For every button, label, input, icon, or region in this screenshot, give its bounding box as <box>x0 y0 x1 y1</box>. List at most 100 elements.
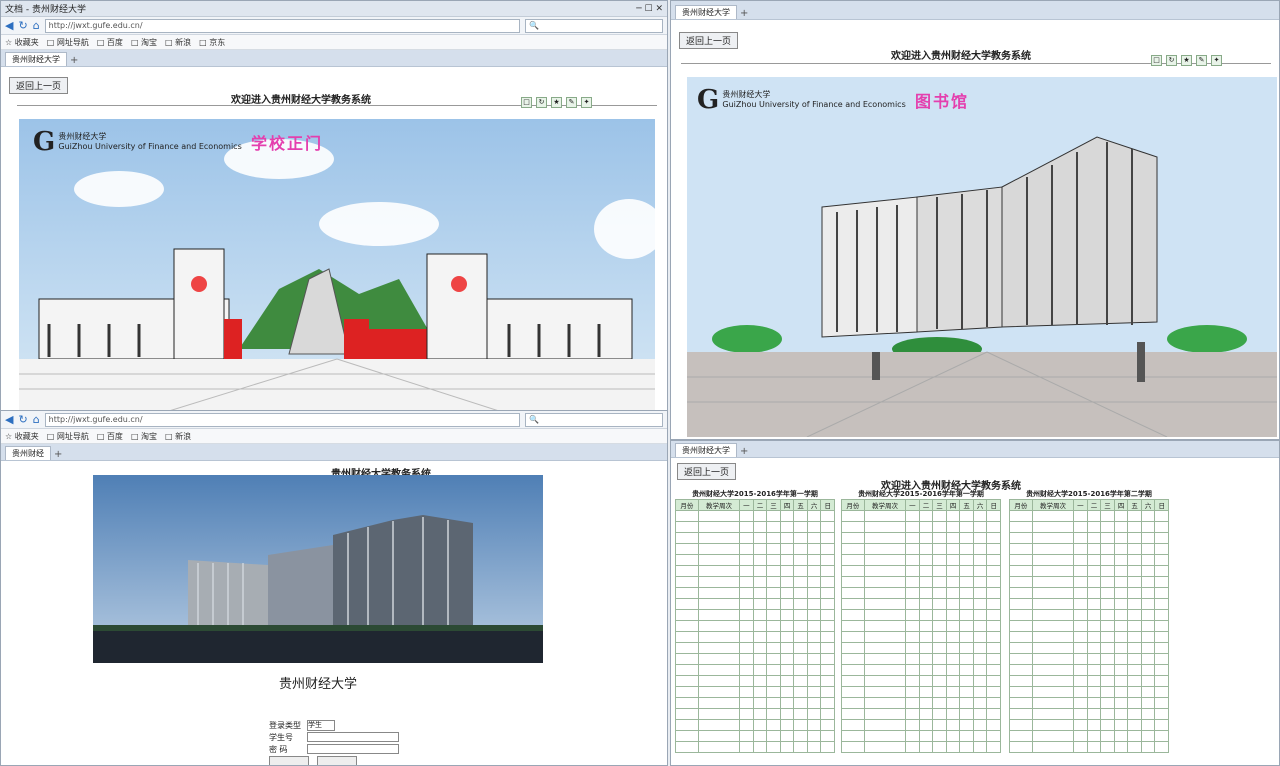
tool-icon[interactable]: ★ <box>551 97 562 108</box>
table-cell <box>1009 664 1033 676</box>
new-tab-icon[interactable]: + <box>54 449 62 460</box>
table-cell <box>806 730 822 742</box>
bookmark-item[interactable]: ☆ 收藏夹 <box>5 431 39 442</box>
table-cell <box>820 510 835 522</box>
search-input[interactable]: 🔍 <box>525 412 663 427</box>
bookmark-item[interactable]: ☆ 收藏夹 <box>5 37 39 48</box>
home-icon[interactable]: ⌂ <box>33 413 40 426</box>
table-cell <box>766 543 781 555</box>
table-cell <box>739 708 754 720</box>
tool-icon[interactable]: □ <box>521 97 532 108</box>
tool-icon[interactable]: ✦ <box>581 97 592 108</box>
table-cell <box>779 719 795 731</box>
table-cell <box>1113 631 1129 643</box>
login-type-select[interactable]: 学生 <box>307 719 335 731</box>
table-cell <box>820 741 835 753</box>
table-cell <box>863 708 907 720</box>
table-cell <box>820 554 835 566</box>
browser-tab[interactable]: 贵州财经 <box>5 446 51 460</box>
table-cell <box>959 543 974 555</box>
table-cell <box>1154 598 1169 610</box>
table-row <box>675 554 835 566</box>
table-cell <box>972 741 988 753</box>
refresh-icon[interactable]: ↻ <box>18 19 27 32</box>
password-input[interactable] <box>307 744 399 754</box>
address-bar[interactable]: http://jwxt.gufe.edu.cn/ <box>44 18 520 33</box>
bookmark-item[interactable]: □ 百度 <box>97 37 123 48</box>
table-cell <box>1031 609 1075 621</box>
table-cell <box>918 741 934 753</box>
tool-icon[interactable]: ✎ <box>1196 55 1207 66</box>
bookmark-item[interactable]: □ 新浪 <box>165 431 191 442</box>
table-cell <box>752 741 768 753</box>
table-cell <box>932 631 947 643</box>
bookmark-item[interactable]: □ 新浪 <box>165 37 191 48</box>
table-cell <box>675 664 699 676</box>
reset-button[interactable] <box>317 756 357 765</box>
bookmark-item[interactable]: □ 网址导航 <box>47 431 89 442</box>
table-cell <box>986 741 1001 753</box>
table-cell <box>905 697 920 709</box>
table-row <box>841 521 1001 533</box>
table-cell <box>1100 532 1115 544</box>
table-cell <box>793 653 808 665</box>
table-cell <box>932 510 947 522</box>
bookmark-item[interactable]: □ 百度 <box>97 431 123 442</box>
table-cell <box>1154 741 1169 753</box>
bookmark-item[interactable]: □ 淘宝 <box>131 431 157 442</box>
tool-icon[interactable]: ↻ <box>1166 55 1177 66</box>
tool-icon[interactable]: ✦ <box>1211 55 1222 66</box>
table-cell <box>1073 730 1088 742</box>
table-cell <box>905 620 920 632</box>
tool-icon[interactable]: ✎ <box>566 97 577 108</box>
table-cell <box>986 565 1001 577</box>
table-cell <box>945 609 961 621</box>
table-cell <box>1113 565 1129 577</box>
browser-tab[interactable]: 贵州财经大学 <box>675 5 737 19</box>
table-cell <box>806 532 822 544</box>
table-cell <box>972 554 988 566</box>
table-cell <box>1140 587 1156 599</box>
table-row <box>1009 609 1169 621</box>
table-cell <box>841 675 865 687</box>
table-cell <box>1009 631 1033 643</box>
university-caption: 贵州财经大学 <box>278 677 357 692</box>
table-cell <box>945 598 961 610</box>
login-button[interactable] <box>269 756 309 765</box>
table-cell <box>841 664 865 676</box>
bookmark-item[interactable]: □ 淘宝 <box>131 37 157 48</box>
bookmark-item[interactable]: □ 京东 <box>199 37 225 48</box>
table-cell <box>905 686 920 698</box>
window-controls[interactable]: ─ ☐ ✕ <box>636 4 663 14</box>
table-cell <box>1009 510 1033 522</box>
tool-icon[interactable]: ↻ <box>536 97 547 108</box>
browser-tab[interactable]: 贵州财经大学 <box>675 443 737 457</box>
table-cell <box>1073 521 1088 533</box>
refresh-icon[interactable]: ↻ <box>18 413 27 426</box>
table-cell <box>820 675 835 687</box>
student-id-input[interactable] <box>307 732 399 742</box>
new-tab-icon[interactable]: + <box>70 55 78 66</box>
table-cell <box>1140 664 1156 676</box>
back-icon[interactable]: ◀ <box>5 413 13 426</box>
col-month: 月份 <box>675 499 699 511</box>
back-icon[interactable]: ◀ <box>5 19 13 32</box>
search-input[interactable]: 🔍 <box>525 18 663 33</box>
tool-icon[interactable]: □ <box>1151 55 1162 66</box>
bookmarks-bar: ☆ 收藏夹 □ 网址导航 □ 百度 □ 淘宝 □ 新浪 <box>1 429 667 444</box>
browser-tab[interactable]: 贵州财经大学 <box>5 52 67 66</box>
table-cell <box>1154 532 1169 544</box>
new-tab-icon[interactable]: + <box>740 446 748 457</box>
tool-icon[interactable]: ★ <box>1181 55 1192 66</box>
table-cell <box>959 708 974 720</box>
table-cell <box>1031 521 1075 533</box>
table-cell <box>697 532 741 544</box>
new-tab-icon[interactable]: + <box>740 8 748 19</box>
table-cell <box>1140 620 1156 632</box>
bookmark-item[interactable]: □ 网址导航 <box>47 37 89 48</box>
home-icon[interactable]: ⌂ <box>33 19 40 32</box>
table-cell <box>766 620 781 632</box>
table-cell <box>739 587 754 599</box>
address-bar[interactable]: http://jwxt.gufe.edu.cn/ <box>44 412 520 427</box>
table-cell <box>793 554 808 566</box>
